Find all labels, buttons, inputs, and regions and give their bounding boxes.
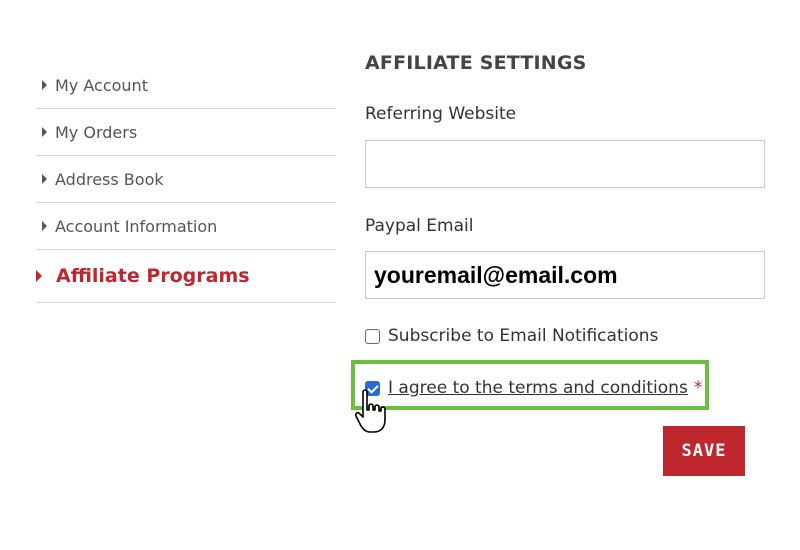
referring-website-input[interactable]: [365, 140, 765, 188]
save-button[interactable]: SAVE: [663, 426, 745, 476]
caret-right-icon: [42, 221, 47, 231]
sidebar-item-label: Address Book: [55, 169, 164, 189]
caret-right-icon: [42, 174, 47, 184]
sidebar-item-label: Affiliate Programs: [56, 265, 250, 287]
subscribe-row[interactable]: Subscribe to Email Notifications: [365, 326, 658, 346]
caret-right-icon: [42, 127, 47, 137]
account-sidebar: My Account My Orders Address Book Accoun…: [36, 62, 336, 303]
affiliate-settings-form: AFFILIATE SETTINGS Referring Website Pay…: [351, 48, 775, 476]
sidebar-item-label: Account Information: [55, 216, 218, 236]
terms-link[interactable]: I agree to the terms and conditions: [388, 378, 688, 398]
paypal-email-input[interactable]: [365, 251, 765, 299]
hand-pointer-icon: [354, 389, 386, 433]
sidebar-item-affiliate-programs[interactable]: Affiliate Programs: [36, 250, 336, 303]
sidebar-item-my-orders[interactable]: My Orders: [36, 109, 336, 156]
subscribe-checkbox[interactable]: [365, 328, 380, 344]
sidebar-item-my-account[interactable]: My Account: [36, 62, 336, 109]
caret-right-icon: [36, 270, 42, 282]
sidebar-item-label: My Account: [55, 75, 148, 95]
required-mark: *: [693, 378, 703, 398]
page-title: AFFILIATE SETTINGS: [365, 52, 587, 74]
caret-right-icon: [42, 80, 47, 90]
paypal-email-label: Paypal Email: [365, 216, 474, 236]
sidebar-item-label: My Orders: [55, 122, 138, 142]
terms-row[interactable]: I agree to the terms and conditions *: [365, 378, 702, 398]
referring-website-label: Referring Website: [365, 104, 517, 124]
sidebar-item-account-information[interactable]: Account Information: [36, 203, 336, 250]
sidebar-item-address-book[interactable]: Address Book: [36, 156, 336, 203]
subscribe-label: Subscribe to Email Notifications: [388, 326, 659, 346]
